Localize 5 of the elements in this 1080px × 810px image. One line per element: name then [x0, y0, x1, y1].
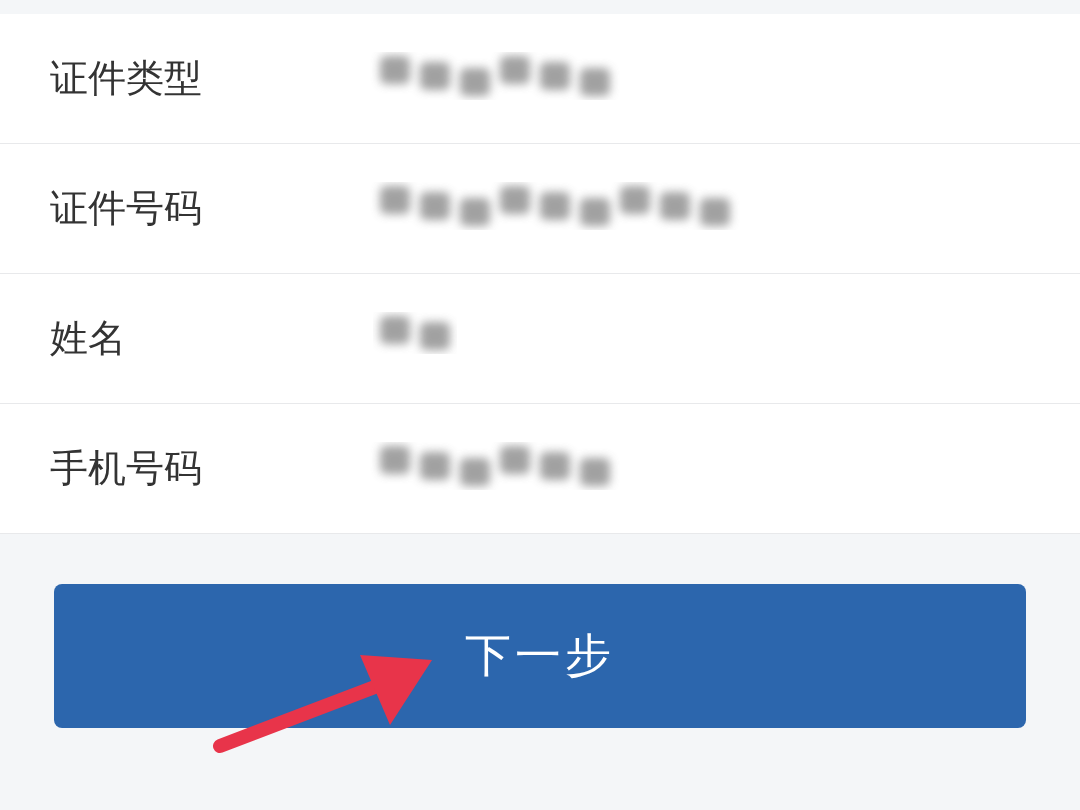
- field-label: 姓名: [50, 315, 127, 362]
- field-label: 证件号码: [50, 185, 203, 232]
- next-button[interactable]: 下一步: [54, 584, 1026, 728]
- field-label: 证件类型: [50, 55, 203, 102]
- field-label: 手机号码: [50, 445, 203, 492]
